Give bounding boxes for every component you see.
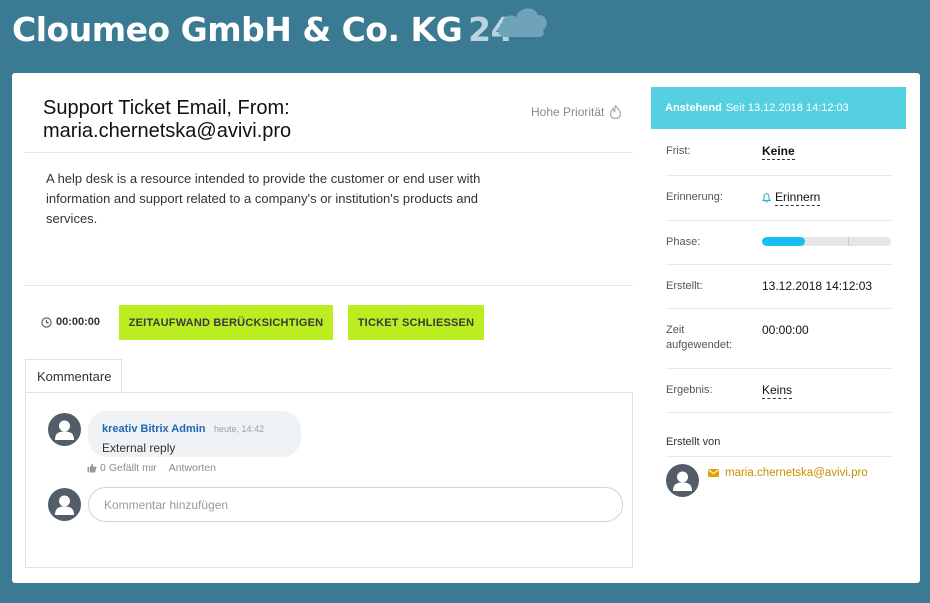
comments-panel: kreativ Bitrix Admin heute, 14:42 Extern… [25, 392, 633, 568]
brand-title: Cloumeo GmbH & Co. KG 24 [12, 10, 514, 49]
deadline-label: Frist: [666, 145, 691, 157]
track-time-button[interactable]: ZEITAUFWAND BERÜCKSICHTIGEN [119, 305, 333, 340]
title-divider [25, 152, 633, 153]
priority-indicator: Hohe Priorität [531, 105, 622, 119]
result-label: Ergebnis: [666, 384, 713, 396]
comment-actions: 0 Gefällt mir Antworten [87, 462, 216, 474]
created-by-label: Erstellt von [666, 436, 721, 448]
phase-progress-tick [848, 237, 849, 246]
row-divider [666, 220, 892, 221]
brand-name: Cloumeo GmbH & Co. KG [12, 10, 463, 49]
comment-bubble: kreativ Bitrix Admin heute, 14:42 Extern… [88, 411, 301, 457]
actions-divider [25, 285, 633, 286]
phase-label: Phase: [666, 236, 701, 248]
reminder-value: Erinnern [762, 190, 821, 206]
thumb-up-icon [87, 463, 97, 473]
comment-time: heute, 14:42 [213, 424, 265, 434]
reminder-label: Erinnerung: [666, 191, 723, 203]
phase-progress-bar [762, 237, 891, 246]
clock-icon [41, 316, 52, 328]
deadline-link[interactable]: Keine [762, 144, 795, 160]
close-ticket-button[interactable]: TICKET SCHLIESSEN [348, 305, 484, 340]
row-divider [666, 456, 892, 457]
status-bar: Anstehend Seit 13.12.2018 14:12:03 [651, 87, 906, 129]
timer-value: 00:00:00 [56, 316, 101, 328]
deadline-value: Keine [762, 144, 795, 160]
creator-email-text[interactable]: maria.chernetska@avivi.pro [725, 467, 868, 479]
flame-icon [610, 105, 622, 119]
like-count: 0 [100, 462, 106, 474]
reply-button[interactable]: Antworten [169, 462, 216, 474]
created-label: Erstellt: [666, 280, 703, 292]
row-divider [666, 412, 892, 413]
row-divider [666, 175, 892, 176]
ticket-description: A help desk is a resource intended to pr… [46, 171, 481, 226]
avatar[interactable] [48, 413, 81, 446]
status-label: Anstehend [665, 102, 722, 114]
user-avatar-icon [55, 495, 74, 515]
bell-icon [762, 193, 771, 203]
envelope-icon [708, 469, 719, 477]
created-value: 13.12.2018 14:12:03 [762, 279, 873, 293]
priority-label: Hohe Priorität [531, 105, 605, 119]
tab-comments[interactable]: Kommentare [25, 359, 122, 393]
avatar [48, 488, 81, 521]
time-spent-label: Zeit aufgewendet: [666, 324, 733, 351]
creator-email[interactable]: maria.chernetska@avivi.pro [708, 467, 868, 479]
result-value: Keins [762, 383, 793, 399]
user-avatar-icon [55, 420, 74, 440]
row-divider [666, 368, 892, 369]
row-divider [666, 308, 892, 309]
time-spent-value: 00:00:00 [762, 323, 809, 337]
reminder-link[interactable]: Erinnern [775, 190, 821, 206]
ticket-title: Support Ticket Email, From: maria.cherne… [43, 97, 292, 142]
comment-input[interactable] [88, 487, 623, 522]
cloud-icon [497, 8, 547, 38]
user-avatar-icon [673, 471, 692, 491]
status-since: Seit 13.12.2018 14:12:03 [725, 102, 849, 114]
row-divider [666, 264, 892, 265]
ticket-card: Support Ticket Email, From: maria.cherne… [12, 73, 920, 583]
comment-text: External reply [102, 441, 176, 455]
timer: 00:00:00 [41, 316, 100, 328]
avatar[interactable] [666, 464, 699, 497]
like-button[interactable]: 0 Gefällt mir [87, 462, 157, 474]
result-link[interactable]: Keins [762, 383, 793, 399]
comment-author[interactable]: kreativ Bitrix Admin [102, 423, 206, 435]
phase-progress-fill [762, 237, 805, 246]
like-label: Gefällt mir [108, 462, 157, 474]
